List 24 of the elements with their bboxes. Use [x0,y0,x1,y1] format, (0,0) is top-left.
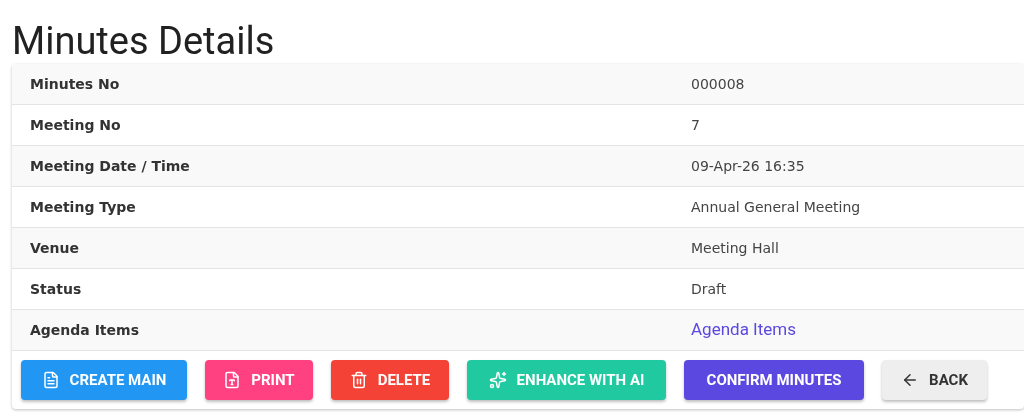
delete-button[interactable]: DELETE [331,360,449,400]
print-button[interactable]: PRINT [205,360,313,400]
agenda-link[interactable]: Agenda Items [691,319,796,340]
field-label: Agenda Items [30,322,139,338]
field-label: Meeting No [30,117,121,133]
field-label: Status [30,281,82,297]
trash-icon [349,371,368,389]
field-label: Meeting Type [30,199,136,215]
page-title: Minutes Details [11,18,275,64]
field-label: Meeting Date / Time [30,158,190,174]
field-value: Meeting Hall [691,240,779,256]
field-value: 7 [691,117,700,133]
field-value: 000008 [691,76,745,92]
create-button[interactable]: CREATE MAIN [21,360,187,400]
document-icon [41,371,60,389]
enhance-button[interactable]: ENHANCE WITH AI [467,360,666,400]
field-label: Minutes No [30,76,120,92]
confirm-button[interactable]: CONFIRM MINUTES [684,360,864,400]
field-value: 09-Apr-26 16:35 [691,158,805,174]
sparkles-icon [488,371,507,389]
field-value: Draft [691,281,727,297]
field-value: Annual General Meeting [691,199,861,215]
field-label: Venue [30,240,79,256]
back-button[interactable]: BACK [882,360,987,400]
